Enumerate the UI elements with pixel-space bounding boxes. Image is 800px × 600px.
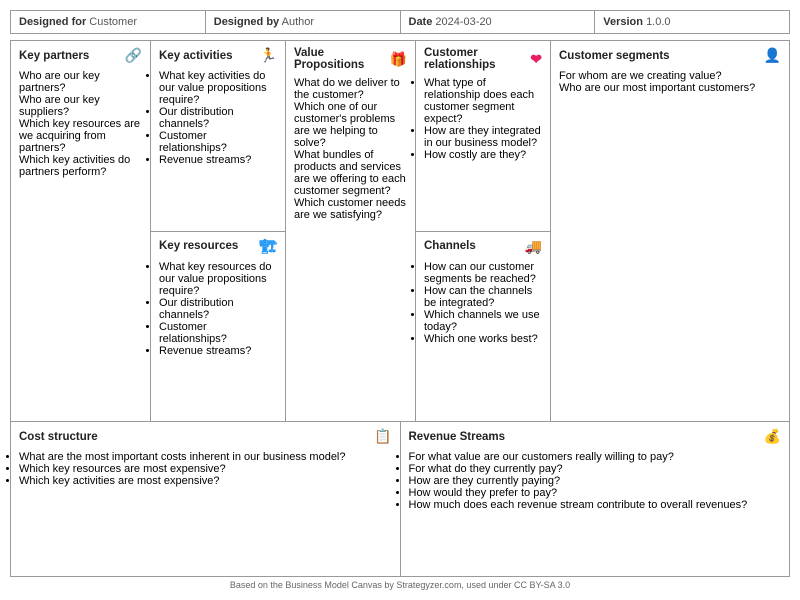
version-value: 1.0.0 <box>646 16 670 28</box>
date-label: Date <box>409 16 433 28</box>
designed-by-label: Designed by <box>214 16 279 28</box>
value-propositions-list: What do we deliver to the customer? Whic… <box>294 77 407 221</box>
designed-by-cell: Designed by Author <box>206 11 401 33</box>
key-activities-list: What key activities do our value proposi… <box>159 70 277 166</box>
list-item: Which key activities are most expensive? <box>19 475 392 487</box>
list-item: Our distribution channels? <box>159 106 277 130</box>
list-item: For whom are we creating value? <box>559 70 781 82</box>
customer-relationships-icon: ❤ <box>530 51 542 68</box>
list-item: What key resources do our value proposit… <box>159 261 277 297</box>
list-item: What do we deliver to the customer? <box>294 77 407 101</box>
customer-cols: Customer relationships ❤ What type of re… <box>416 41 551 421</box>
value-propositions-icon: 🎁 <box>390 51 407 68</box>
key-resources-icon: 🏗 <box>259 238 277 255</box>
list-item: Which customer needs are we satisfying? <box>294 197 407 221</box>
list-item: Our distribution channels? <box>159 297 277 321</box>
key-partners-title: Key partners 🔗 <box>19 47 142 64</box>
list-item: How are they integrated in our business … <box>424 125 542 149</box>
list-item: Which key activities do partners perform… <box>19 154 142 178</box>
key-resources-title: Key resources 🏗 <box>159 238 277 255</box>
key-resources-cell: Key resources 🏗 What key resources do ou… <box>151 232 285 422</box>
key-activities-label: Key activities <box>159 50 233 62</box>
list-item: What bundles of products and services ar… <box>294 149 407 197</box>
value-propositions-cell: Value Propositions 🎁 What do we deliver … <box>286 41 416 421</box>
list-item: Revenue streams? <box>159 154 277 166</box>
date-value: 2024-03-20 <box>435 16 491 28</box>
key-resources-list: What key resources do our value proposit… <box>159 261 277 357</box>
channels-list: How can our customer segments be reached… <box>424 261 542 345</box>
designed-for-label: Designed for <box>19 16 86 28</box>
list-item: Revenue streams? <box>159 345 277 357</box>
version-label: Version <box>603 16 643 28</box>
channels-icon: 🚚 <box>525 238 542 255</box>
list-item: What are the most important costs inhere… <box>19 451 392 463</box>
customer-relationships-label: Customer relationships <box>424 47 530 71</box>
list-item: For what do they currently pay? <box>409 463 782 475</box>
customer-relationships-cell: Customer relationships ❤ What type of re… <box>416 41 550 232</box>
cost-structure-title: Cost structure 📋 <box>19 428 392 445</box>
designed-by-value: Author <box>282 16 314 28</box>
key-activities-title: Key activities 🏃 <box>159 47 277 64</box>
canvas-bottom: Cost structure 📋 What are the most impor… <box>11 421 789 576</box>
list-item: Who are our most important customers? <box>559 82 781 94</box>
channels-label: Channels <box>424 240 476 252</box>
cost-structure-icon: 📋 <box>374 428 391 445</box>
channels-title: Channels 🚚 <box>424 238 542 255</box>
list-item: Who are our key partners? <box>19 70 142 94</box>
footer-text: Based on the Business Model Canvas by St… <box>230 580 570 590</box>
list-item: What key activities do our value proposi… <box>159 70 277 106</box>
list-item: How can our customer segments be reached… <box>424 261 542 285</box>
list-item: Customer relationships? <box>159 130 277 154</box>
list-item: How much does each revenue stream contri… <box>409 499 782 511</box>
list-item: How are they currently paying? <box>409 475 782 487</box>
list-item: Who are our key suppliers? <box>19 94 142 118</box>
cost-structure-label: Cost structure <box>19 431 98 443</box>
canvas-main: Key partners 🔗 Who are our key partners?… <box>11 41 789 421</box>
list-item: How costly are they? <box>424 149 542 161</box>
key-partners-list: Who are our key partners? Who are our ke… <box>19 70 142 178</box>
list-item: Which channels we use today? <box>424 309 542 333</box>
list-item: How can the channels be integrated? <box>424 285 542 309</box>
key-resources-label: Key resources <box>159 240 238 252</box>
footer: Based on the Business Model Canvas by St… <box>10 577 790 590</box>
key-partners-cell: Key partners 🔗 Who are our key partners?… <box>11 41 151 421</box>
key-activities-icon: 🏃 <box>260 47 277 64</box>
revenue-streams-label: Revenue Streams <box>409 431 506 443</box>
list-item: For what value are our customers really … <box>409 451 782 463</box>
designed-for-value: Customer <box>89 16 137 28</box>
customer-segments-title: Customer segments 👤 <box>559 47 781 64</box>
value-propositions-label: Value Propositions <box>294 47 390 71</box>
key-activities-cell: Key activities 🏃 What key activities do … <box>151 41 285 232</box>
key-partners-icon: 🔗 <box>125 47 142 64</box>
list-item: What type of relationship does each cust… <box>424 77 542 125</box>
customer-relationships-list: What type of relationship does each cust… <box>424 77 542 161</box>
header-row: Designed for Customer Designed by Author… <box>10 10 790 34</box>
value-propositions-title: Value Propositions 🎁 <box>294 47 407 71</box>
list-item: Which one of our customer's problems are… <box>294 101 407 149</box>
date-cell: Date 2024-03-20 <box>401 11 596 33</box>
cost-structure-list: What are the most important costs inhere… <box>19 451 392 487</box>
list-item: Customer relationships? <box>159 321 277 345</box>
channels-cell: Channels 🚚 How can our customer segments… <box>416 232 550 422</box>
page: Designed for Customer Designed by Author… <box>0 0 800 600</box>
revenue-streams-list: For what value are our customers really … <box>409 451 782 511</box>
canvas-area: Key partners 🔗 Who are our key partners?… <box>10 40 790 577</box>
revenue-streams-cell: Revenue Streams 💰 For what value are our… <box>401 422 790 576</box>
designed-for-cell: Designed for Customer <box>11 11 206 33</box>
customer-segments-cell: Customer segments 👤 For whom are we crea… <box>551 41 789 421</box>
key-partners-label: Key partners <box>19 50 89 62</box>
customer-segments-label: Customer segments <box>559 50 670 62</box>
list-item: Which key resources are most expensive? <box>19 463 392 475</box>
middle-cols: Key activities 🏃 What key activities do … <box>151 41 286 421</box>
list-item: Which key resources are we acquiring fro… <box>19 118 142 154</box>
revenue-streams-icon: 💰 <box>764 428 781 445</box>
list-item: How would they prefer to pay? <box>409 487 782 499</box>
customer-segments-icon: 👤 <box>764 47 781 64</box>
customer-relationships-title: Customer relationships ❤ <box>424 47 542 71</box>
cost-structure-cell: Cost structure 📋 What are the most impor… <box>11 422 401 576</box>
customer-segments-list: For whom are we creating value? Who are … <box>559 70 781 94</box>
revenue-streams-title: Revenue Streams 💰 <box>409 428 782 445</box>
version-cell: Version 1.0.0 <box>595 11 789 33</box>
list-item: Which one works best? <box>424 333 542 345</box>
